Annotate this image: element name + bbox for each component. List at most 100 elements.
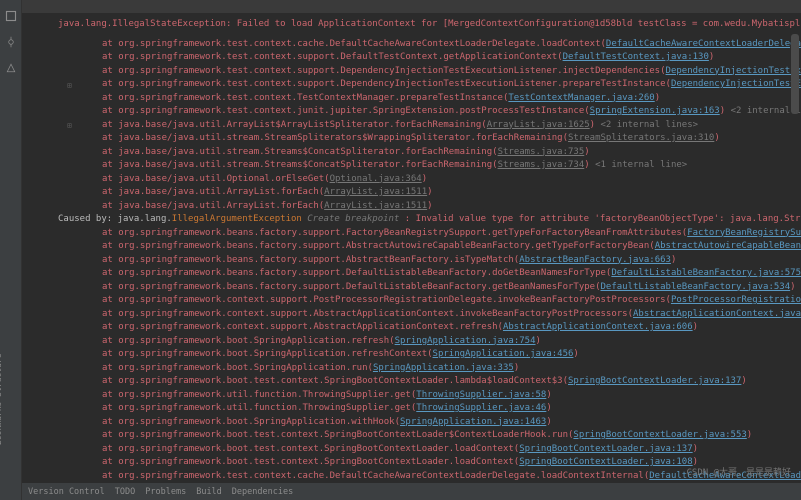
stack-frame-text: at org.springframework.test.context.supp… <box>102 52 563 62</box>
stack-frame-text: ) <box>514 363 519 373</box>
console-tabbar <box>22 0 801 14</box>
source-link[interactable]: ArrayList.java:1625 <box>487 120 590 130</box>
stack-frame-text: ) <box>709 52 714 62</box>
stack-frame-text: at java.base/java.util.stream.StreamSpli… <box>102 133 568 143</box>
stack-frame-text: ) <box>720 106 731 116</box>
stack-frame-text: ) <box>546 417 551 427</box>
stack-frame-text: at org.springframework.util.function.Thr… <box>102 403 416 413</box>
source-link[interactable]: TestContextManager.java:260 <box>508 93 654 103</box>
caused-message: : Invalid value type for attribute 'fact… <box>399 214 801 224</box>
stack-frame-text: ) <box>536 336 541 346</box>
source-link[interactable]: DefaultListableBeanFactory.java:534 <box>601 282 791 292</box>
source-link[interactable]: SpringApplication.java:335 <box>373 363 514 373</box>
stack-frame-text: at org.springframework.test.context.supp… <box>102 79 671 89</box>
stack-frame-text: at org.springframework.context.support.P… <box>102 295 671 305</box>
vertical-scrollbar[interactable] <box>791 34 799 114</box>
stack-frame-text: at org.springframework.boot.SpringApplic… <box>102 349 433 359</box>
stack-frame-text: at org.springframework.context.support.A… <box>102 322 503 332</box>
source-link[interactable]: ArrayList.java:1511 <box>324 201 427 211</box>
source-link[interactable]: AbstractBeanFactory.java:663 <box>519 255 671 265</box>
stack-frame-text: ) <box>427 187 432 197</box>
stack-frame-text: ) <box>422 174 427 184</box>
source-link[interactable]: FactoryBeanRegistrySupport.java:86 <box>687 228 801 238</box>
stack-frame-text: ) <box>741 376 746 386</box>
source-link[interactable]: AbstractApplicationContext.java:788 <box>633 309 801 319</box>
source-link[interactable]: SpringBootContextLoader.java:137 <box>568 376 741 386</box>
source-link[interactable]: DependencyInjectionTestExecutionListener… <box>666 66 801 76</box>
stack-frame-text: ) <box>693 322 698 332</box>
stack-frame-text: at java.base/java.util.ArrayList.forEach… <box>102 187 324 197</box>
project-icon[interactable] <box>5 10 17 22</box>
stack-frame-text: ) <box>714 133 719 143</box>
source-link[interactable]: SpringApplication.java:1463 <box>400 417 546 427</box>
stack-frame-text: at org.springframework.beans.factory.sup… <box>102 268 611 278</box>
stack-frame-text: ) <box>573 349 578 359</box>
stack-frame-text: at org.springframework.boot.SpringApplic… <box>102 417 400 427</box>
stack-frame-text: at java.base/java.util.Optional.orElseGe… <box>102 174 330 184</box>
stack-frame-text: at org.springframework.boot.test.context… <box>102 430 573 440</box>
stack-frame-text: ) <box>584 160 595 170</box>
source-link[interactable]: DefaultTestContext.java:130 <box>563 52 709 62</box>
stack-frame-text: at org.springframework.boot.SpringApplic… <box>102 336 395 346</box>
commit-icon[interactable] <box>5 36 17 48</box>
source-link[interactable]: SpringBootContextLoader.java:137 <box>519 444 692 454</box>
source-link[interactable]: AbstractAutowireCapableBeanFactory.java:… <box>655 241 801 251</box>
source-link[interactable]: Optional.java:364 <box>330 174 422 184</box>
source-link[interactable]: SpringApplication.java:754 <box>395 336 536 346</box>
stack-frame-text: at org.springframework.boot.SpringApplic… <box>102 363 373 373</box>
main-area: ⊞ ⊞ java.lang.IllegalStateException: Fai… <box>22 0 801 500</box>
left-tool-gutter <box>0 0 22 500</box>
problems-tab[interactable]: Problems <box>145 487 186 497</box>
stack-frame-text: ) <box>790 282 795 292</box>
stack-frame-text: at org.springframework.boot.test.context… <box>102 444 519 454</box>
stack-frame-text: ) <box>671 255 676 265</box>
source-link[interactable]: ArrayList.java:1511 <box>324 187 427 197</box>
source-link[interactable]: SpringApplication.java:456 <box>433 349 574 359</box>
source-link[interactable]: SpringBootContextLoader.java:108 <box>519 457 692 467</box>
build-tab[interactable]: Build <box>196 487 222 497</box>
vc-tab[interactable]: Version Control <box>28 487 105 497</box>
stack-frame-text: at org.springframework.util.function.Thr… <box>102 390 416 400</box>
stack-frame-text: ) <box>546 390 551 400</box>
stack-frame-text: at java.base/java.util.stream.Streams$Co… <box>102 160 498 170</box>
stack-frame-text: at org.springframework.context.support.A… <box>102 309 633 319</box>
source-link[interactable]: ThrowingSupplier.java:58 <box>416 390 546 400</box>
source-link[interactable]: AbstractApplicationContext.java:606 <box>503 322 693 332</box>
stack-frame-text: at org.springframework.test.context.cach… <box>102 471 649 481</box>
source-link[interactable]: SpringBootContextLoader.java:553 <box>573 430 746 440</box>
fold-marker[interactable]: ⊞ <box>67 79 72 93</box>
source-link[interactable]: Streams.java:734 <box>498 160 585 170</box>
fold-marker[interactable]: ⊞ <box>67 119 72 133</box>
create-breakpoint-link[interactable]: Create breakpoint <box>307 214 399 224</box>
stack-frame-text: ) <box>693 444 698 454</box>
side-vertical-tabs[interactable]: Bookmarks Structure <box>0 353 3 445</box>
source-link[interactable]: ThrowingSupplier.java:46 <box>416 403 546 413</box>
source-link[interactable]: DefaultCacheAwareContextLoaderDelegate.j… <box>606 39 801 49</box>
build-icon[interactable] <box>5 62 17 74</box>
source-link[interactable]: SpringExtension.java:163 <box>590 106 720 116</box>
stack-frame-text: at org.springframework.test.context.supp… <box>102 66 666 76</box>
source-link[interactable]: DefaultListableBeanFactory.java:575 <box>611 268 801 278</box>
stack-frame-text: at org.springframework.test.context.juni… <box>102 106 590 116</box>
stack-frame-text: ) <box>747 430 752 440</box>
source-link[interactable]: Streams.java:735 <box>498 147 585 157</box>
todo-tab[interactable]: TODO <box>115 487 135 497</box>
stack-frame-text: ) <box>546 403 551 413</box>
watermark-text: CSDN @大哥，是是是赖好 <box>686 465 791 478</box>
source-link[interactable]: PostProcessorRegistrationDelegate.java:1… <box>671 295 801 305</box>
stack-frame-text: at java.base/java.util.ArrayList.forEach… <box>102 201 324 211</box>
source-link[interactable]: StreamSpliterators.java:310 <box>568 133 714 143</box>
stack-frame-text: at org.springframework.boot.test.context… <box>102 376 568 386</box>
internal-lines-note: <1 internal line> <box>595 160 687 170</box>
source-link[interactable]: DependencyInjectionTestExecutionListener… <box>671 79 801 89</box>
stack-frame-text: at org.springframework.test.context.Test… <box>102 93 508 103</box>
console-output[interactable]: ⊞ ⊞ java.lang.IllegalStateException: Fai… <box>22 14 801 482</box>
stack-frame-text: at java.base/java.util.stream.Streams$Co… <box>102 147 498 157</box>
internal-lines-note: <2 internal lines> <box>601 120 699 130</box>
stack-frame-text: at org.springframework.beans.factory.sup… <box>102 241 655 251</box>
stack-frame-text: at org.springframework.beans.factory.sup… <box>102 228 687 238</box>
exception-header: java.lang.IllegalStateException: Failed … <box>58 19 801 29</box>
stack-frame-text: at java.base/java.util.ArrayList$ArrayLi… <box>102 120 487 130</box>
dependencies-tab[interactable]: Dependencies <box>232 487 293 497</box>
stack-frame-text: at org.springframework.beans.factory.sup… <box>102 255 519 265</box>
